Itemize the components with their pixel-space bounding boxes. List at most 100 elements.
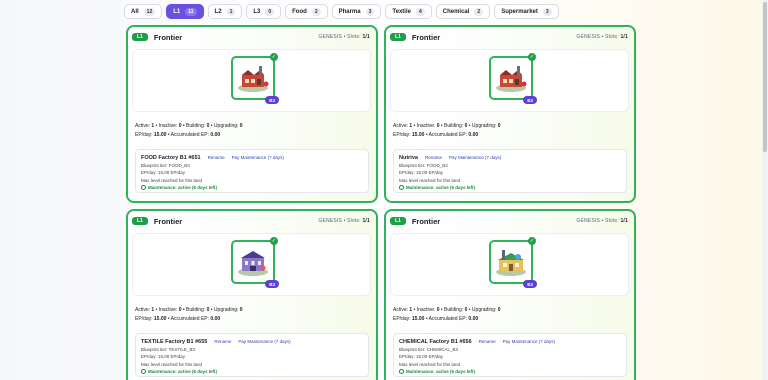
tab-count: 3 xyxy=(365,7,375,16)
tab-label: All xyxy=(131,8,139,15)
accumulated-value: 0.00 xyxy=(468,132,479,138)
tab-label: Food xyxy=(292,8,307,15)
pay-maintenance-button[interactable]: Pay Maintenance (7 days) xyxy=(503,339,555,344)
building-plot[interactable]: ✓ B3 xyxy=(231,237,279,288)
inactive-value: 0 xyxy=(178,307,182,313)
tier-badge: B3 xyxy=(265,280,279,288)
check-icon: ✓ xyxy=(528,53,536,61)
maintenance-text: Maintenance: active (6 days left) xyxy=(148,368,218,374)
max-level-note: Max level reached for this land xyxy=(399,361,461,367)
maintenance-status: Maintenance: active (6 days left) xyxy=(141,368,363,376)
land-title: Frontier xyxy=(153,32,183,42)
building-plot[interactable]: ✓ B3 xyxy=(489,237,537,288)
active-label: Active: xyxy=(393,307,409,313)
check-icon: ✓ xyxy=(528,237,536,245)
active-label: Active: xyxy=(135,123,151,129)
factory-icon xyxy=(238,66,269,92)
tab-textile[interactable]: Textile 4 xyxy=(385,4,432,19)
accumulated-value: 0.00 xyxy=(210,132,221,138)
tab-food[interactable]: Food 2 xyxy=(285,4,328,19)
upgrading-label: • Upgrading: xyxy=(210,123,239,129)
rename-button[interactable]: Rename xyxy=(479,339,496,344)
tab-l1[interactable]: L1 11 xyxy=(166,4,204,19)
maintenance-text: Maintenance: active (6 days left) xyxy=(406,368,476,374)
maintenance-status: Maintenance: active (6 days left) xyxy=(399,368,621,376)
building-label: • Building: xyxy=(182,307,206,313)
filter-tabs: All 12 L1 11 L2 1 L3 0 Food 2 Pharma 3 Textile… xyxy=(124,4,559,19)
card-header: L1 Frontier GENESIS • Slots: 1/1 xyxy=(132,216,370,226)
pay-maintenance-button[interactable]: Pay Maintenance (7 days) xyxy=(238,339,290,344)
max-level-note: Max level reached for this land xyxy=(141,361,203,367)
tab-supermarket[interactable]: Supermarket 3 xyxy=(494,4,559,19)
inactive-label: • Inactive: xyxy=(155,307,178,313)
check-icon: ✓ xyxy=(270,53,278,61)
page-scrollbar[interactable] xyxy=(762,0,768,380)
building-plot[interactable]: ✓ B3 xyxy=(231,53,279,104)
pay-maintenance-button[interactable]: Pay Maintenance (7 days) xyxy=(449,155,501,160)
level-badge: L1 xyxy=(132,33,148,41)
maintenance-status: Maintenance: active (6 days left) xyxy=(399,184,621,192)
land-stats: Active: 1 • Inactive: 0 • Building: 0 • … xyxy=(393,306,501,324)
building-epday: EP/day: 15.00 EP/day xyxy=(399,354,444,360)
pay-maintenance-button[interactable]: Pay Maintenance (7 days) xyxy=(232,155,284,160)
tab-label: Textile xyxy=(392,8,411,15)
active-value: 1 xyxy=(409,307,413,313)
genesis-slots: GENESIS • Slots: 1/1 xyxy=(318,34,370,40)
tier-badge: B3 xyxy=(523,280,537,288)
tab-l2[interactable]: L2 1 xyxy=(207,4,243,19)
level-badge: L1 xyxy=(132,217,148,225)
card-header: L1 Frontier GENESIS • Slots: 1/1 xyxy=(390,32,628,42)
tab-count: 1 xyxy=(226,7,236,16)
tab-chemical[interactable]: Chemical 2 xyxy=(435,4,491,19)
building-label: • Building: xyxy=(440,307,464,313)
active-value: 1 xyxy=(151,307,155,313)
rename-button[interactable]: Rename xyxy=(214,339,231,344)
active-label: Active: xyxy=(135,307,151,313)
building-value: 0 xyxy=(464,123,468,129)
building-name: TEXTILE Factory B1 #655 xyxy=(141,338,208,345)
factory-icon xyxy=(496,66,527,92)
building-panel: FOOD Factory B1 #651 Rename Pay Maintena… xyxy=(135,149,369,193)
land-card[interactable]: L1 Frontier GENESIS • Slots: 1/1 ✓ B3 Ac… xyxy=(126,25,378,203)
tab-label: Chemical xyxy=(442,8,470,15)
scrollbar-thumb[interactable] xyxy=(763,2,767,152)
land-card[interactable]: L1 Frontier GENESIS • Slots: 1/1 ✓ B3 Ac… xyxy=(384,25,636,203)
rename-button[interactable]: Rename xyxy=(425,155,442,160)
inactive-label: • Inactive: xyxy=(413,307,436,313)
level-badge: L1 xyxy=(390,33,406,41)
building-panel: TEXTILE Factory B1 #655 Rename Pay Maint… xyxy=(135,333,369,377)
status-dot-icon xyxy=(399,185,404,191)
land-stats: Active: 1 • Inactive: 0 • Building: 0 • … xyxy=(135,122,243,140)
land-grid: L1 Frontier GENESIS • Slots: 1/1 ✓ B3 Ac… xyxy=(126,25,636,380)
epday-value: 15.00 xyxy=(153,132,167,138)
land-visual: ✓ B3 xyxy=(390,49,629,112)
tier-badge: B3 xyxy=(265,96,279,104)
epday-label: EP/day: xyxy=(135,316,153,322)
building-label: • Building: xyxy=(440,123,464,129)
land-stats: Active: 1 • Inactive: 0 • Building: 0 • … xyxy=(135,306,243,324)
tab-pharma[interactable]: Pharma 3 xyxy=(331,4,382,19)
upgrading-value: 0 xyxy=(497,307,501,313)
status-dot-icon xyxy=(399,369,404,375)
upgrading-label: • Upgrading: xyxy=(468,307,497,313)
land-card[interactable]: L1 Frontier GENESIS • Slots: 1/1 ✓ B3 Ac… xyxy=(126,209,378,380)
upgrading-value: 0 xyxy=(497,123,501,129)
tab-l3[interactable]: L3 0 xyxy=(246,4,282,19)
maintenance-status: Maintenance: active (6 days left) xyxy=(141,184,363,192)
tab-label: Pharma xyxy=(338,8,361,15)
active-value: 1 xyxy=(151,123,155,129)
building-plot[interactable]: ✓ B3 xyxy=(489,53,537,104)
land-visual: ✓ B3 xyxy=(132,49,371,112)
rename-button[interactable]: Rename xyxy=(208,155,225,160)
building-value: 0 xyxy=(464,307,468,313)
inactive-value: 0 xyxy=(436,307,440,313)
building-epday: EP/day: 15.00 EP/day xyxy=(399,170,444,176)
accumulated-value: 0.00 xyxy=(210,316,221,322)
tab-all[interactable]: All 12 xyxy=(124,4,163,19)
epday-value: 15.00 xyxy=(411,132,425,138)
building-value: 0 xyxy=(206,123,210,129)
land-card[interactable]: L1 Frontier GENESIS • Slots: 1/1 ✓ B3 Ac… xyxy=(384,209,636,380)
upgrading-value: 0 xyxy=(239,123,243,129)
stats-line-ep: EP/day: 15.00 • Accumulated EP: 0.00 xyxy=(135,131,243,140)
land-visual: ✓ B3 xyxy=(390,233,629,296)
